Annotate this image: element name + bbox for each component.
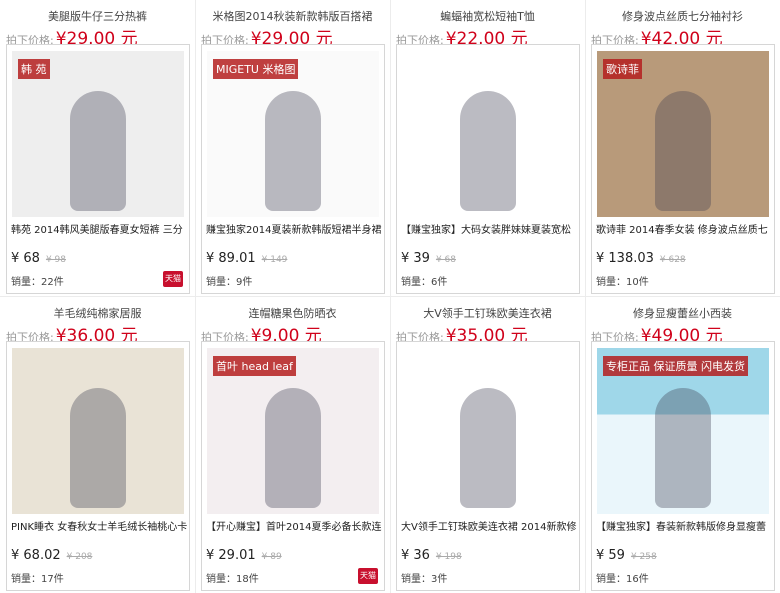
product-description[interactable]: PINK睡衣 女春秋女士羊毛绒长袖桃心卡	[11, 518, 187, 533]
product-cell[interactable]: 羊毛绒纯棉家居服 拍下价格: ¥36.00 元 PINK睡衣 女春秋女士羊毛绒长袖…	[0, 297, 195, 593]
tmall-badge-icon: 天猫	[358, 568, 378, 584]
product-image[interactable]: 专柜正品 保证质量 闪电发货	[597, 348, 769, 514]
original-price: ¥ 198	[435, 552, 462, 562]
original-price: ¥ 149	[261, 255, 288, 265]
product-description[interactable]: 赚宝独家2014夏装新款韩版短裙半身裙	[206, 221, 382, 236]
current-price: ¥ 59	[596, 548, 625, 563]
product-image[interactable]: MIGETU 米格图	[207, 51, 379, 217]
current-price: ¥ 39	[401, 251, 430, 266]
price-row: ¥ 29.01 ¥ 89	[206, 544, 282, 563]
current-price: ¥ 138.03	[596, 251, 654, 266]
product-cell[interactable]: 蝙蝠袖宽松短袖T恤 拍下价格: ¥22.00 元 【赚宝独家】大码女装胖妹妹夏装宽…	[390, 0, 585, 296]
product-description[interactable]: 韩苑 2014韩风美腿版春夏女短裤 三分	[11, 221, 187, 236]
current-price: ¥ 89.01	[206, 251, 256, 266]
price-row: ¥ 89.01 ¥ 149	[206, 247, 287, 266]
price-row: ¥ 59 ¥ 258	[596, 544, 657, 563]
product-image-text: 歌诗菲	[603, 59, 642, 79]
product-description[interactable]: 歌诗菲 2014春季女装 修身波点丝质七	[596, 221, 772, 236]
product-card[interactable]: PINK睡衣 女春秋女士羊毛绒长袖桃心卡 ¥ 68.02 ¥ 208 销量：17件	[6, 341, 190, 591]
price-row: ¥ 68.02 ¥ 208	[11, 544, 92, 563]
product-description[interactable]: 【开心赚宝】首叶2014夏季必备长款连	[206, 518, 382, 533]
product-title[interactable]: 大V领手工钉珠欧美连衣裙	[390, 305, 585, 321]
current-price: ¥ 68	[11, 251, 40, 266]
sales-count: 销量：6件	[401, 277, 448, 288]
product-description[interactable]: 大V领手工钉珠欧美连衣裙 2014新款修	[401, 518, 577, 533]
product-title[interactable]: 米格图2014秋装新款韩版百搭裙	[195, 8, 390, 24]
product-image[interactable]	[402, 348, 574, 514]
current-price: ¥ 68.02	[11, 548, 61, 563]
product-image[interactable]: 韩 苑	[12, 51, 184, 217]
sales-count: 销量：3件	[401, 574, 448, 585]
product-image-text: 首叶 head leaf	[213, 356, 296, 376]
sales-count: 销量：9件	[206, 277, 253, 288]
product-image[interactable]	[402, 51, 574, 217]
product-card[interactable]: 首叶 head leaf 【开心赚宝】首叶2014夏季必备长款连 ¥ 29.01…	[201, 341, 385, 591]
current-price: ¥ 36	[401, 548, 430, 563]
product-image-text: MIGETU 米格图	[213, 59, 299, 79]
product-card[interactable]: MIGETU 米格图 赚宝独家2014夏装新款韩版短裙半身裙 ¥ 89.01 ¥ …	[201, 44, 385, 294]
price-row: ¥ 36 ¥ 198	[401, 544, 462, 563]
product-description[interactable]: 【赚宝独家】大码女装胖妹妹夏装宽松	[401, 221, 577, 236]
product-card[interactable]: 韩 苑 韩苑 2014韩风美腿版春夏女短裤 三分 ¥ 68 ¥ 98 销量：22件…	[6, 44, 190, 294]
sales-count: 销量：22件	[11, 277, 64, 288]
model-figure	[265, 388, 321, 508]
product-card[interactable]: 歌诗菲 歌诗菲 2014春季女装 修身波点丝质七 ¥ 138.03 ¥ 628 销…	[591, 44, 775, 294]
original-price: ¥ 89	[261, 552, 282, 562]
product-title[interactable]: 蝙蝠袖宽松短袖T恤	[390, 8, 585, 24]
current-price: ¥ 29.01	[206, 548, 256, 563]
product-image[interactable]	[12, 348, 184, 514]
product-title[interactable]: 连帽糖果色防晒衣	[195, 305, 390, 321]
model-figure	[655, 388, 711, 508]
sales-count: 销量：17件	[11, 574, 64, 585]
sales-count: 销量：16件	[596, 574, 649, 585]
product-image[interactable]: 首叶 head leaf	[207, 348, 379, 514]
sales-count: 销量：10件	[596, 277, 649, 288]
model-figure	[265, 91, 321, 211]
product-grid: 美腿版牛仔三分热裤 拍下价格: ¥29.00 元 韩 苑 韩苑 2014韩风美腿版…	[0, 0, 780, 593]
price-row: ¥ 68 ¥ 98	[11, 247, 66, 266]
product-cell[interactable]: 大V领手工钉珠欧美连衣裙 拍下价格: ¥35.00 元 大V领手工钉珠欧美连衣裙 …	[390, 297, 585, 593]
original-price: ¥ 98	[45, 255, 66, 265]
model-figure	[460, 91, 516, 211]
product-cell[interactable]: 连帽糖果色防晒衣 拍下价格: ¥9.00 元 首叶 head leaf 【开心赚宝…	[195, 297, 390, 593]
original-price: ¥ 208	[66, 552, 93, 562]
product-title[interactable]: 修身波点丝质七分袖衬衫	[585, 8, 780, 24]
product-card[interactable]: 【赚宝独家】大码女装胖妹妹夏装宽松 ¥ 39 ¥ 68 销量：6件	[396, 44, 580, 294]
model-figure	[655, 91, 711, 211]
product-card[interactable]: 大V领手工钉珠欧美连衣裙 2014新款修 ¥ 36 ¥ 198 销量：3件	[396, 341, 580, 591]
product-image-text: 专柜正品 保证质量 闪电发货	[603, 356, 748, 376]
product-cell[interactable]: 修身显瘦蕾丝小西装 拍下价格: ¥49.00 元 专柜正品 保证质量 闪电发货 【…	[585, 297, 780, 593]
product-title[interactable]: 修身显瘦蕾丝小西装	[585, 305, 780, 321]
model-figure	[70, 91, 126, 211]
product-title[interactable]: 美腿版牛仔三分热裤	[0, 8, 195, 24]
original-price: ¥ 68	[435, 255, 456, 265]
product-description[interactable]: 【赚宝独家】春装新款韩版修身显瘦蕾	[596, 518, 772, 533]
sales-count: 销量：18件	[206, 574, 259, 585]
tmall-badge-icon: 天猫	[163, 271, 183, 287]
product-card[interactable]: 专柜正品 保证质量 闪电发货 【赚宝独家】春装新款韩版修身显瘦蕾 ¥ 59 ¥ 2…	[591, 341, 775, 591]
price-row: ¥ 39 ¥ 68	[401, 247, 456, 266]
original-price: ¥ 258	[630, 552, 657, 562]
model-figure	[460, 388, 516, 508]
product-cell[interactable]: 美腿版牛仔三分热裤 拍下价格: ¥29.00 元 韩 苑 韩苑 2014韩风美腿版…	[0, 0, 195, 296]
model-figure	[70, 388, 126, 508]
product-image-text: 韩 苑	[18, 59, 50, 79]
product-image[interactable]: 歌诗菲	[597, 51, 769, 217]
product-cell[interactable]: 米格图2014秋装新款韩版百搭裙 拍下价格: ¥29.00 元 MIGETU 米格…	[195, 0, 390, 296]
price-row: ¥ 138.03 ¥ 628	[596, 247, 686, 266]
product-cell[interactable]: 修身波点丝质七分袖衬衫 拍下价格: ¥42.00 元 歌诗菲 歌诗菲 2014春季…	[585, 0, 780, 296]
product-title[interactable]: 羊毛绒纯棉家居服	[0, 305, 195, 321]
original-price: ¥ 628	[659, 255, 686, 265]
